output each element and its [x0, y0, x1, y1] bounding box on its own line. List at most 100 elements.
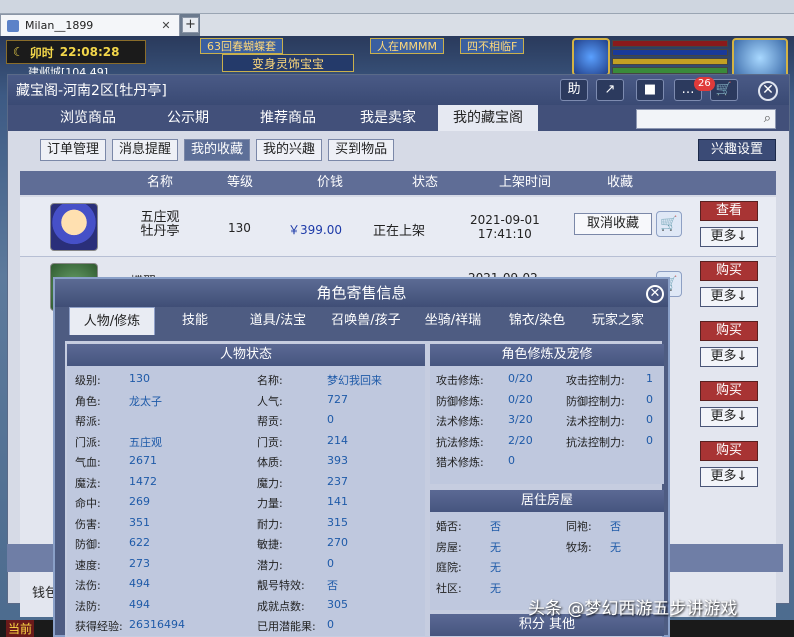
- tab-browse[interactable]: 浏览商品: [38, 105, 138, 131]
- dialog-title: 角色寄售信息: [55, 279, 668, 307]
- message-count-badge: 26: [694, 77, 715, 91]
- search-icon[interactable]: ⌕: [764, 111, 771, 126]
- row-level: 130: [228, 221, 251, 235]
- watermark: 头条 @梦幻西游五步讲游戏: [528, 599, 738, 619]
- more-button[interactable]: 更多↓: [700, 467, 758, 487]
- sub-purchased[interactable]: 买到物品: [328, 139, 395, 161]
- section-title: 角色修炼及宠修: [430, 344, 664, 366]
- sub-orders[interactable]: 订单管理: [40, 139, 107, 161]
- tab-home[interactable]: 玩家之家: [579, 307, 657, 335]
- unfavorite-button[interactable]: 取消收藏: [574, 213, 652, 235]
- dialog-close-icon[interactable]: ✕: [646, 285, 664, 303]
- window-title: 藏宝阁-河南2区[牡丹亭]: [16, 83, 167, 99]
- character-status-panel: 人物状态 级别: 130 角色: 龙太子 帮派: 门派: 五庄观 气血: 2671 魔法: 1472…: [67, 344, 425, 636]
- tab-bar: [200, 14, 794, 36]
- time-period: 卯时: [29, 45, 54, 60]
- tab-mounts[interactable]: 坐骑/祥瑞: [411, 307, 495, 335]
- stat-label: 魔法:: [75, 476, 101, 490]
- banner-2[interactable]: 人在MMMM: [370, 38, 444, 54]
- stat-value: 否: [490, 520, 501, 533]
- right-panel: 角色修炼及宠修 攻击修炼: 0/20 防御修炼: 0/20 法术修炼: 3/20 抗法修炼:…: [430, 344, 664, 636]
- sub-nav: 订单管理 消息提醒 我的收藏 我的兴趣 买到物品: [40, 139, 395, 161]
- stat-value: 727: [327, 392, 348, 406]
- tab-seller[interactable]: 我是卖家: [338, 105, 438, 131]
- stop-icon[interactable]: ■: [636, 79, 664, 101]
- stat-label: 抗法修炼:: [436, 435, 484, 449]
- stat-value: 2/20: [508, 433, 533, 447]
- stat-label: 已用潜能果:: [257, 620, 316, 633]
- assistant-icon[interactable]: 助: [560, 79, 588, 101]
- stat-label: 猎术修炼:: [436, 456, 484, 469]
- tab-items[interactable]: 道具/法宝: [235, 307, 321, 335]
- search-input[interactable]: ⌕: [636, 109, 776, 129]
- page-favicon-icon: [7, 19, 19, 32]
- share-icon[interactable]: ↗: [596, 79, 624, 101]
- stat-label: 敏捷:: [257, 538, 283, 551]
- sub-favorites[interactable]: 我的收藏: [184, 139, 251, 161]
- stat-label: 靓号特效:: [257, 579, 305, 592]
- stat-label: 角色:: [75, 394, 101, 408]
- stat-value: 305: [327, 597, 348, 611]
- dialog-tabs: 人物/修炼 技能 道具/法宝 召唤兽/孩子 坐骑/祥瑞 锦衣/染色 玩家之家: [69, 307, 657, 337]
- browser-title-bar: [0, 0, 794, 14]
- stat-label: 庭院:: [436, 561, 462, 574]
- stat-value: 214: [327, 433, 348, 447]
- tab-my-pavilion[interactable]: 我的藏宝阁: [438, 105, 538, 131]
- tab-character[interactable]: 人物/修炼: [69, 307, 155, 335]
- current-label[interactable]: 当前: [6, 620, 35, 637]
- stat-label: 帮贡:: [257, 415, 283, 428]
- stat-value: 无: [490, 561, 501, 574]
- row-status: 正在上架: [373, 224, 426, 239]
- stat-value: 622: [129, 536, 150, 549]
- stat-value: 无: [490, 581, 501, 595]
- buy-button[interactable]: 购买: [700, 261, 758, 281]
- window-header: 藏宝阁-河南2区[牡丹亭]: [8, 75, 789, 105]
- sub-interests[interactable]: 我的兴趣: [256, 139, 323, 161]
- buy-button[interactable]: 购买: [700, 321, 758, 341]
- stat-value: 1472: [129, 474, 157, 488]
- more-button[interactable]: 更多↓: [700, 227, 758, 247]
- stat-label: 法防:: [75, 599, 101, 613]
- buy-button[interactable]: 购买: [700, 381, 758, 401]
- col-favorite: 收藏: [606, 175, 633, 190]
- stat-value: 0: [327, 618, 334, 631]
- col-price: 价钱: [316, 175, 343, 190]
- tab-pets[interactable]: 召唤兽/孩子: [321, 307, 411, 335]
- stat-value: 3/20: [508, 413, 533, 426]
- banner-mid[interactable]: 变身灵饰宝宝: [222, 54, 354, 72]
- stat-label: 房屋:: [436, 540, 462, 554]
- view-button[interactable]: 查看: [700, 201, 758, 221]
- stat-label: 级别:: [75, 374, 101, 387]
- stat-label: 门贡:: [257, 435, 283, 449]
- add-to-cart-icon[interactable]: 🛒: [656, 211, 682, 237]
- stat-label: 伤害:: [75, 517, 101, 531]
- window-close-button[interactable]: ✕: [758, 81, 778, 101]
- stat-value: 393: [327, 454, 348, 467]
- banner-1[interactable]: 63回春蝴蝶套: [200, 38, 283, 54]
- more-button[interactable]: 更多↓: [700, 347, 758, 367]
- stat-value: 0/20: [508, 392, 533, 406]
- tab-skills[interactable]: 技能: [155, 307, 235, 335]
- character-avatar[interactable]: [50, 203, 98, 251]
- sub-messages[interactable]: 消息提醒: [112, 139, 179, 161]
- tab-close-icon[interactable]: ✕: [159, 19, 173, 33]
- new-tab-button[interactable]: +: [182, 17, 199, 33]
- stat-label: 社区:: [436, 581, 462, 595]
- player-avatar[interactable]: [732, 38, 788, 78]
- interest-settings-button[interactable]: 兴趣设置: [698, 139, 776, 161]
- stat-label: 攻击修炼:: [436, 374, 484, 387]
- table-row: 五庄观 牡丹亭 130 ￥399.00 正在上架 2021-09-01 17:4…: [20, 197, 776, 257]
- banner-3[interactable]: 四不相临F: [460, 38, 525, 54]
- stat-value: 无: [490, 540, 501, 554]
- stat-label: 防御控制力:: [566, 394, 625, 408]
- pet-avatar[interactable]: [572, 38, 610, 76]
- buy-button[interactable]: 购买: [700, 441, 758, 461]
- row-name: 五庄观 牡丹亭: [130, 211, 190, 239]
- tab-public[interactable]: 公示期: [138, 105, 238, 131]
- browser-tab[interactable]: Milan__1899 ✕: [0, 14, 180, 36]
- tab-recommended[interactable]: 推荐商品: [238, 105, 338, 131]
- tab-outfits[interactable]: 锦衣/染色: [495, 307, 579, 335]
- more-button[interactable]: 更多↓: [700, 407, 758, 427]
- stat-label: 耐力:: [257, 517, 283, 531]
- more-button[interactable]: 更多↓: [700, 287, 758, 307]
